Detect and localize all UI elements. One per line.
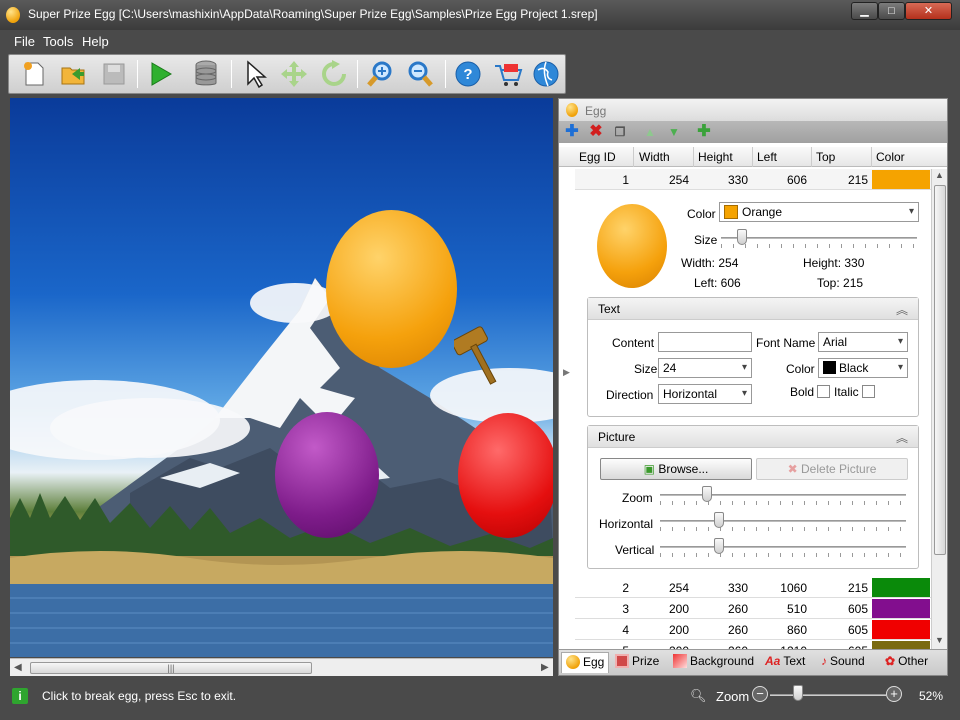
egg-rows: 2 254 330 1060 215 3 200 260 510 605 4 200 260 860 605…	[559, 99, 947, 649]
svg-text:?: ?	[463, 66, 472, 83]
egg-properties-panel: Egg ✚ ✖ ❐ ▲ ▼ ✚ Egg ID Width Height Left…	[558, 98, 948, 676]
cell-top: 605	[847, 623, 868, 637]
tab-sound[interactable]: ♪ Sound	[821, 654, 865, 668]
font-icon: Aa	[765, 654, 781, 668]
status-message: Click to break egg, press Esc to exit.	[42, 689, 237, 703]
tab-background-label: Background	[690, 654, 755, 668]
cell-id: 4	[622, 623, 629, 637]
cell-id: 3	[622, 602, 629, 616]
help-icon[interactable]: ?	[453, 59, 483, 89]
toolbar-separator	[445, 60, 446, 88]
expand-arrow-icon[interactable]: ▶	[563, 367, 570, 378]
cell-top: 605	[847, 602, 868, 616]
cell-color-swatch	[872, 620, 930, 639]
play-icon[interactable]	[145, 59, 175, 89]
egg-icon	[566, 655, 580, 669]
tab-prize[interactable]: Prize	[615, 654, 659, 668]
zoom-in-icon[interactable]	[365, 59, 395, 89]
tab-sound-label: Sound	[830, 654, 865, 668]
scroll-right-arrow-icon[interactable]: ▶	[541, 662, 549, 673]
egg-red[interactable]	[458, 413, 553, 538]
tab-other-label: Other	[898, 654, 929, 668]
menu-help[interactable]: Help	[82, 34, 109, 49]
zoom-in-button[interactable]: +	[886, 686, 902, 702]
cell-id: 2	[622, 581, 629, 595]
cell-height: 330	[727, 581, 748, 595]
cell-width: 200	[668, 602, 689, 616]
pointer-icon[interactable]	[241, 59, 271, 89]
cell-color-swatch	[872, 599, 930, 618]
egg-row[interactable]: 3 200 260 510 605	[575, 598, 931, 619]
egg-purple[interactable]	[275, 412, 379, 538]
scroll-thumb[interactable]	[934, 185, 946, 555]
zoom-magnifier-icon: 🔍︎	[690, 688, 707, 703]
cell-height: 260	[727, 602, 748, 616]
cell-left: 510	[786, 602, 807, 616]
toolbar-separator	[357, 60, 358, 88]
title-bar: Super Prize Egg [C:\Users\mashixin\AppDa…	[0, 0, 960, 30]
cell-left: 860	[786, 623, 807, 637]
info-icon: i	[12, 688, 28, 704]
tab-background[interactable]: Background	[673, 654, 754, 668]
zoom-track[interactable]	[770, 694, 886, 696]
toolbar-separator	[137, 60, 138, 88]
zoom-out-icon[interactable]	[405, 59, 435, 89]
hammer-cursor-icon	[454, 326, 497, 385]
web-icon[interactable]	[531, 59, 561, 89]
cell-width: 200	[668, 623, 689, 637]
open-folder-icon[interactable]	[59, 59, 89, 89]
cart-icon[interactable]	[493, 59, 523, 89]
scroll-left-arrow-icon[interactable]: ◀	[14, 662, 22, 673]
toolbar-separator	[231, 60, 232, 88]
tab-egg-label: Egg	[583, 655, 605, 669]
panel-tab-bar: Egg Prize Background Aa Text ♪ Sound ✿ Othe…	[559, 649, 947, 675]
tab-other[interactable]: ✿ Other	[885, 654, 928, 668]
new-file-icon[interactable]	[19, 59, 49, 89]
app-egg-icon	[6, 7, 20, 23]
cloud	[50, 398, 250, 458]
zoom-percent: 52%	[919, 689, 944, 703]
scroll-up-arrow-icon[interactable]: ▲	[935, 170, 944, 180]
minimize-button[interactable]: ▁	[851, 2, 878, 20]
tab-egg[interactable]: Egg	[561, 652, 610, 673]
image-icon	[673, 654, 687, 668]
panel-vertical-scrollbar[interactable]: ▲ ▼	[931, 169, 947, 649]
zoom-slider[interactable]	[793, 685, 804, 701]
cell-width: 254	[668, 581, 689, 595]
menu-file[interactable]: File	[14, 34, 35, 49]
gear-icon: ✿	[885, 654, 896, 668]
egg-row[interactable]: 4 200 260 860 605	[575, 619, 931, 640]
egg-row[interactable]: 52002601210605	[575, 640, 931, 649]
tab-prize-label: Prize	[632, 654, 660, 668]
cell-color-swatch	[872, 578, 930, 597]
cell-top: 215	[847, 581, 868, 595]
main-toolbar: ?	[8, 54, 566, 94]
scroll-down-arrow-icon[interactable]: ▼	[935, 635, 944, 645]
cell-color-swatch	[872, 641, 930, 649]
tab-text-label: Text	[783, 654, 806, 668]
scroll-thumb[interactable]: |||	[30, 662, 312, 674]
canvas-horizontal-scrollbar[interactable]: ◀ ||| ▶	[10, 658, 553, 676]
gift-icon	[615, 654, 629, 668]
database-icon[interactable]	[191, 59, 221, 89]
status-bar: i Click to break egg, press Esc to exit.…	[0, 684, 960, 720]
maximize-button[interactable]: □	[878, 2, 905, 20]
rotate-icon[interactable]	[319, 59, 349, 89]
zoom-out-button[interactable]: −	[752, 686, 768, 702]
save-icon[interactable]	[99, 59, 129, 89]
menu-tools[interactable]: Tools	[43, 34, 73, 49]
egg-row[interactable]: 2 254 330 1060 215	[575, 577, 931, 598]
tab-text[interactable]: Aa Text	[765, 654, 805, 668]
zoom-label: Zoom	[716, 689, 750, 704]
design-canvas[interactable]	[10, 98, 553, 657]
move-icon[interactable]	[279, 59, 309, 89]
window-title: Super Prize Egg [C:\Users\mashixin\AppDa…	[28, 7, 598, 21]
egg-orange[interactable]	[326, 210, 457, 368]
close-button[interactable]: ✕	[905, 2, 952, 20]
cell-height: 260	[727, 623, 748, 637]
cell-left: 1060	[780, 581, 807, 595]
music-note-icon: ♪	[821, 654, 827, 668]
app-window: Super Prize Egg [C:\Users\mashixin\AppDa…	[0, 0, 960, 720]
menu-bar: File Tools Help	[0, 30, 960, 52]
